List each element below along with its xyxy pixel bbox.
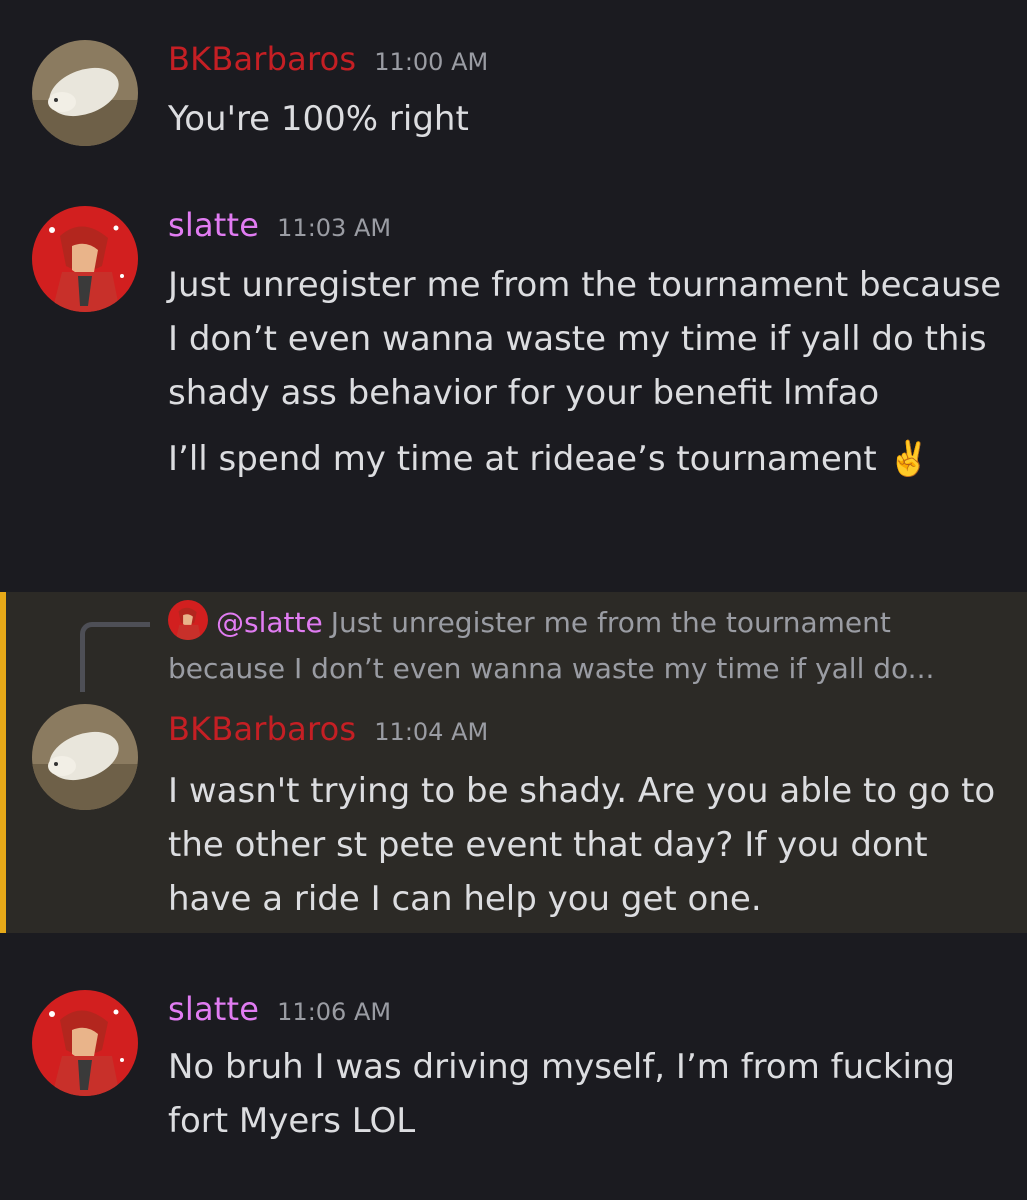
avatar-bkbarbaros[interactable]	[32, 40, 138, 146]
author-name[interactable]: slatte	[168, 206, 259, 244]
avatar-slatte[interactable]	[32, 206, 138, 312]
victory-hand-emoji: ✌️	[887, 439, 930, 479]
avatar-slatte[interactable]	[32, 990, 138, 1096]
reply-preview[interactable]: @slatte Just unregister me from the tourn…	[168, 600, 1008, 692]
message-body: I wasn't trying to be shady. Are you abl…	[168, 764, 1008, 926]
timestamp: 11:06 AM	[277, 998, 392, 1026]
timestamp: 11:03 AM	[277, 214, 392, 242]
message-body: No bruh I was driving myself, I’m from f…	[168, 1040, 1008, 1148]
author-name[interactable]: BKBarbaros	[168, 710, 356, 748]
author-name[interactable]: BKBarbaros	[168, 40, 356, 78]
message-text: I’ll spend my time at rideae’s tournamen…	[168, 439, 877, 479]
reply-author[interactable]: @slatte	[216, 606, 323, 639]
message-header: slatte 11:06 AM	[168, 990, 391, 1028]
author-name[interactable]: slatte	[168, 990, 259, 1028]
message-header: BKBarbaros 11:04 AM	[168, 710, 488, 748]
message-text: Just unregister me from the tournament b…	[168, 265, 1002, 413]
avatar-bkbarbaros[interactable]	[32, 704, 138, 810]
mention-highlight-bar	[0, 592, 6, 933]
message-header: slatte 11:03 AM	[168, 206, 391, 244]
message-text: I wasn't trying to be shady. Are you abl…	[168, 771, 996, 919]
reply-connector	[80, 622, 150, 692]
timestamp: 11:00 AM	[374, 48, 489, 76]
message-text: No bruh I was driving myself, I’m from f…	[168, 1047, 956, 1141]
reply-avatar	[168, 600, 208, 640]
message-body: You're 100% right	[168, 92, 1008, 146]
timestamp: 11:04 AM	[374, 718, 489, 746]
message-text-line: I’ll spend my time at rideae’s tournamen…	[168, 432, 1008, 486]
message-header: BKBarbaros 11:00 AM	[168, 40, 488, 78]
message-body: Just unregister me from the tournament b…	[168, 258, 1008, 486]
chat-log: BKBarbaros 11:00 AM You're 100% right sla…	[0, 0, 1027, 1200]
message-text: You're 100% right	[168, 99, 469, 139]
